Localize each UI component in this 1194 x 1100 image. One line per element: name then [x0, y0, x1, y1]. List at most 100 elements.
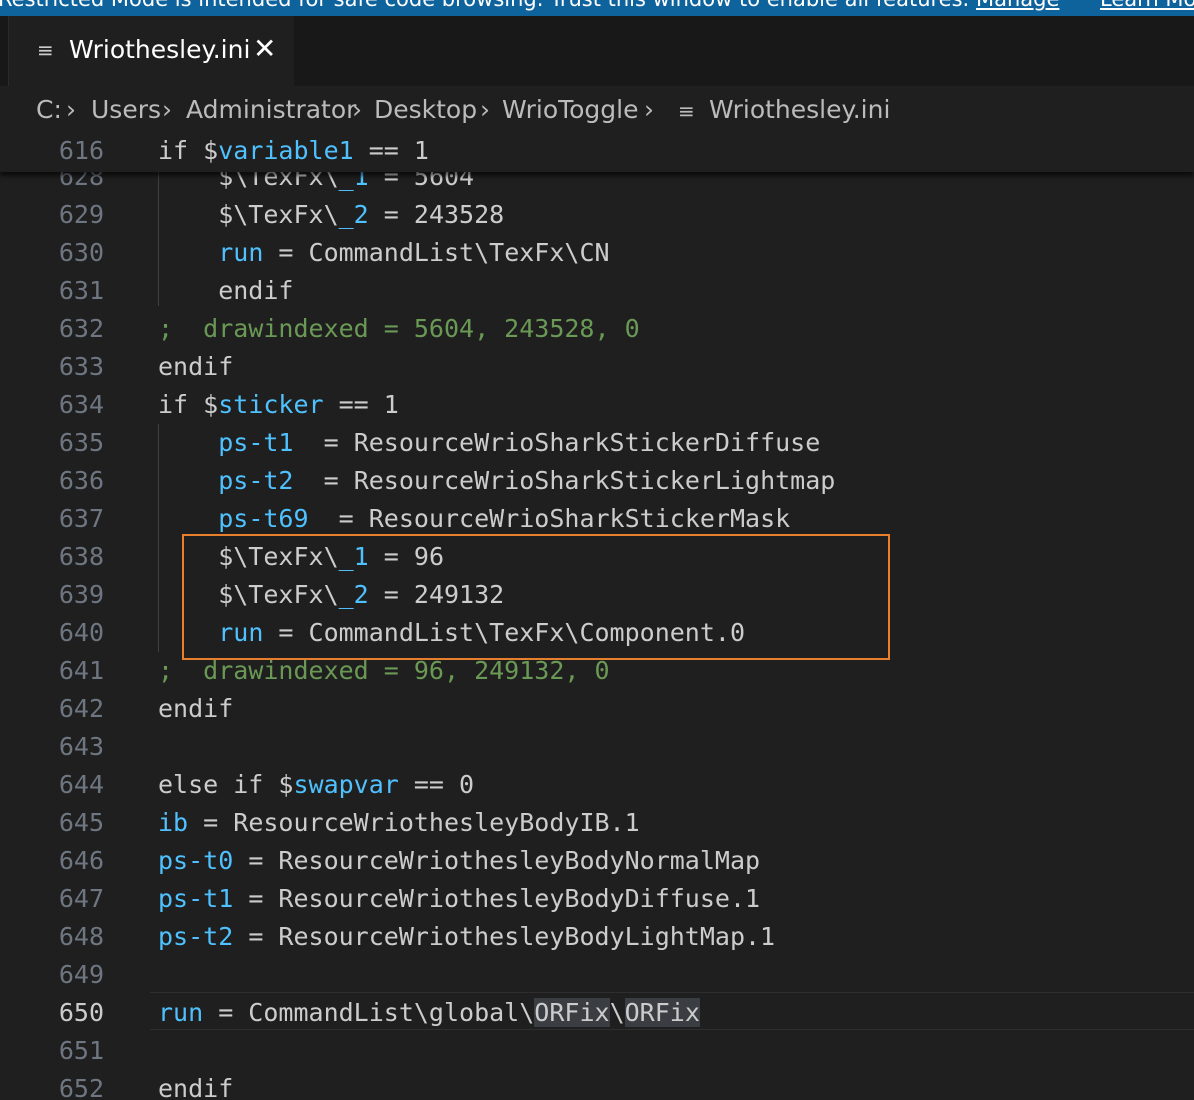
code-line[interactable]: 648 ps-t2 = ResourceWriothesleyBodyLightM…	[0, 918, 1194, 956]
line-number: 629	[58, 200, 104, 229]
code-token: sticker	[218, 390, 324, 419]
code-token: $	[203, 136, 219, 165]
code-text: ps-t1 = ResourceWrioSharkStickerDiffuse	[158, 424, 820, 462]
code-line[interactable]: 643	[0, 728, 1194, 766]
code-token: == 1	[353, 136, 429, 165]
code-line[interactable]: 644 else if $swapvar == 0	[0, 766, 1194, 804]
code-line[interactable]: 630 run = CommandList\TexFx\CN	[0, 234, 1194, 272]
code-token: == 0	[398, 770, 475, 799]
code-line[interactable]: 650 run = CommandList\global\ORFix\ORFix	[0, 994, 1194, 1032]
code-text: if $variable1 == 1	[158, 134, 429, 170]
code-text: ib = ResourceWriothesleyBodyIB.1	[158, 804, 640, 842]
selection-match: ORFix	[624, 998, 700, 1027]
code-token: $\TexFx\	[158, 200, 339, 229]
code-token: run	[158, 998, 204, 1027]
breadcrumb-item-users[interactable]: Users	[91, 95, 161, 124]
code-line[interactable]: 646 ps-t0 = ResourceWriothesleyBodyNormal…	[0, 842, 1194, 880]
manage-link[interactable]: Manage	[976, 0, 1059, 16]
code-line[interactable]: 637 ps-t69 = ResourceWrioSharkStickerMas…	[0, 500, 1194, 538]
code-token: _2	[338, 200, 369, 229]
sticky-scroll-line[interactable]: 616 if $variable1 == 1	[0, 134, 1194, 172]
code-line[interactable]: 649	[0, 956, 1194, 994]
code-editor[interactable]: 628 $\TexFx\_1 = 5604 629 $\TexFx\_2 = 24…	[0, 134, 1194, 1100]
code-token: ; drawindexed = 96, 249132, 0	[158, 656, 610, 685]
code-token: \	[609, 998, 625, 1027]
code-token: = ResourceWrioSharkStickerMask	[308, 504, 791, 533]
lines-file-icon: ≡	[37, 38, 54, 62]
breadcrumb-item-wriotoggle[interactable]: WrioToggle	[502, 95, 639, 124]
code-text: ps-t2 = ResourceWriothesleyBodyLightMap.…	[158, 918, 775, 956]
line-number: 642	[58, 694, 104, 723]
code-token: ps-t2	[218, 466, 294, 495]
line-number: 616	[58, 136, 104, 165]
code-token: = CommandList\TexFx\CN	[263, 238, 610, 267]
code-text: endif	[158, 272, 293, 310]
breadcrumb-item-drive[interactable]: C:	[36, 95, 62, 124]
line-number: 634	[58, 390, 104, 419]
code-token: if $	[158, 390, 219, 419]
code-text: ps-t2 = ResourceWrioSharkStickerLightmap	[158, 462, 835, 500]
code-token: ; drawindexed = 5604, 243528, 0	[158, 314, 640, 343]
code-token: if	[158, 136, 204, 165]
learn-more-link[interactable]: Learn More	[1100, 0, 1194, 16]
line-number: 643	[58, 732, 104, 761]
code-token: endif	[158, 1074, 234, 1100]
code-line[interactable]: 651	[0, 1032, 1194, 1070]
restricted-mode-banner: Restricted Mode is intended for safe cod…	[0, 0, 1194, 16]
code-token: = ResourceWrioSharkStickerLightmap	[293, 466, 836, 495]
line-number: 652	[58, 1074, 104, 1100]
breadcrumb: C: › Users › Administrator › Desktop › W…	[0, 86, 1194, 134]
code-token: ps-t0	[158, 846, 234, 875]
breadcrumb-item-desktop[interactable]: Desktop	[374, 95, 477, 124]
chevron-right-icon: ›	[162, 95, 172, 124]
line-number: 631	[58, 276, 104, 305]
indent-guide	[158, 424, 159, 652]
line-number: 651	[58, 1036, 104, 1065]
tab-wriothesley-ini[interactable]: ≡ Wriothesley.ini ✕	[8, 16, 294, 86]
code-line[interactable]: 635 ps-t1 = ResourceWrioSharkStickerDiff…	[0, 424, 1194, 462]
code-token: = ResourceWriothesleyBodyDiffuse.1	[233, 884, 761, 913]
code-line[interactable]: 634 if $sticker == 1	[0, 386, 1194, 424]
code-token: endif	[158, 694, 234, 723]
line-number: 630	[58, 238, 104, 267]
code-token: endif	[158, 276, 294, 305]
line-number: 641	[58, 656, 104, 685]
code-line[interactable]: 652 endif	[0, 1070, 1194, 1100]
code-line[interactable]: 629 $\TexFx\_2 = 243528	[0, 196, 1194, 234]
code-token: == 1	[323, 390, 399, 419]
selection-match: ORFix	[534, 998, 610, 1027]
code-text: ps-t1 = ResourceWriothesleyBodyDiffuse.1	[158, 880, 760, 918]
line-number: 646	[58, 846, 104, 875]
code-text: $\TexFx\_2 = 243528	[158, 196, 504, 234]
code-text: endif	[158, 690, 233, 728]
code-line[interactable]: 636 ps-t2 = ResourceWrioSharkStickerLigh…	[0, 462, 1194, 500]
code-line[interactable]: 631 endif	[0, 272, 1194, 310]
code-line[interactable]: 647 ps-t1 = ResourceWriothesleyBodyDiffus…	[0, 880, 1194, 918]
code-token: = ResourceWrioSharkStickerDiffuse	[293, 428, 821, 457]
code-line[interactable]: 642 endif	[0, 690, 1194, 728]
code-token: else if $	[158, 770, 294, 799]
code-token: variable1	[218, 136, 354, 165]
line-number: 644	[58, 770, 104, 799]
code-line[interactable]: 645 ib = ResourceWriothesleyBodyIB.1	[0, 804, 1194, 842]
code-line[interactable]: 633 endif	[0, 348, 1194, 386]
code-token: = CommandList\global\	[203, 998, 535, 1027]
code-token: endif	[158, 352, 234, 381]
code-token: ib	[158, 808, 189, 837]
code-text: endif	[158, 348, 233, 386]
sticky-code-line[interactable]: 616 if $variable1 == 1	[0, 134, 1194, 170]
line-number: 649	[58, 960, 104, 989]
code-token: = ResourceWriothesleyBodyLightMap.1	[233, 922, 776, 951]
tab-bar: ≡ Wriothesley.ini ✕	[0, 16, 1194, 86]
chevron-right-icon: ›	[352, 95, 362, 124]
code-line[interactable]: 632 ; drawindexed = 5604, 243528, 0	[0, 310, 1194, 348]
breadcrumb-item-file[interactable]: Wriothesley.ini	[709, 95, 890, 124]
line-number: 637	[58, 504, 104, 533]
code-token: ps-t1	[158, 884, 234, 913]
code-text: if $sticker == 1	[158, 386, 399, 424]
line-number: 648	[58, 922, 104, 951]
breadcrumb-item-administrator[interactable]: Administrator	[186, 95, 356, 124]
close-icon[interactable]: ✕	[253, 32, 276, 65]
code-token: = ResourceWriothesleyBodyIB.1	[188, 808, 640, 837]
